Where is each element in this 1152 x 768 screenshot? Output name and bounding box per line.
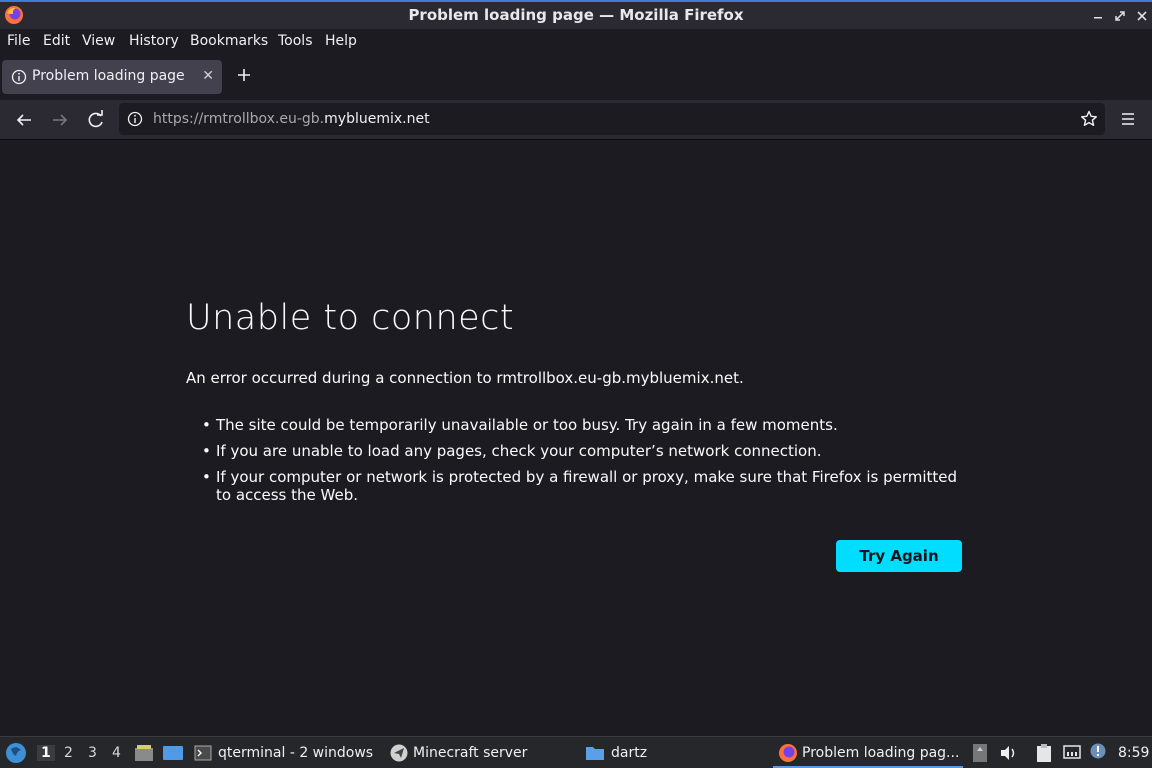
scroll-indicator-icon [972,743,988,763]
menu-edit[interactable]: Edit [43,33,70,49]
taskbar-minecraft-label: Minecraft server [413,745,528,761]
menu-tools[interactable]: Tools [278,33,313,49]
back-button[interactable] [12,108,36,132]
notification-icon[interactable] [1089,742,1107,760]
desktop-show-icon[interactable] [162,743,184,763]
tab-problem-loading[interactable]: Problem loading page ✕ [2,60,222,94]
menubar: File Edit View History Bookmarks Tools H… [0,29,1152,54]
minimize-icon[interactable] [1088,6,1108,26]
back-arrow-icon [16,114,31,126]
error-title: Unable to connect [186,298,515,338]
tab-strip: Problem loading page ✕ [0,54,1152,100]
url-prefix: https://rmtrollbox.eu-gb. [153,111,325,127]
taskbar: 1 2 3 4 qterminal - 2 windows Minecraft … [0,736,1152,768]
clipboard-icon[interactable] [1034,743,1054,763]
url-bar[interactable]: https://rmtrollbox.eu-gb.mybluemix.net [119,103,1105,135]
taskbar-qterminal-label: qterminal - 2 windows [218,745,374,761]
page-content: Unable to connect An error occurred duri… [0,140,1152,736]
app-menu-icon[interactable] [1117,108,1139,130]
window-title: Problem loading page — Mozilla Firefox [408,6,744,24]
url-text[interactable]: https://rmtrollbox.eu-gb.mybluemix.net [153,111,430,127]
site-info-icon[interactable] [127,111,143,127]
info-icon [11,69,27,85]
taskbar-minecraft[interactable]: Minecraft server [389,737,527,768]
taskbar-dartz-label: dartz [611,745,648,761]
volume-icon[interactable] [998,743,1018,763]
reload-button[interactable] [84,108,108,132]
menu-bookmarks[interactable]: Bookmarks [190,33,268,49]
tab-label: Problem loading page [32,68,185,84]
forward-button[interactable] [48,108,72,132]
terminal-icon [194,744,212,762]
list-item: If your computer or network is protected… [202,468,972,504]
close-window-icon[interactable] [1132,6,1152,26]
desktop-3[interactable]: 3 [88,745,97,761]
new-tab-button[interactable] [233,64,255,86]
list-item: If you are unable to load any pages, che… [202,442,972,460]
reload-icon [88,110,103,128]
taskbar-dartz[interactable]: dartz [585,737,647,768]
window-titlebar: Problem loading page — Mozilla Firefox [0,0,1152,29]
list-item: The site could be temporarily unavailabl… [202,416,972,434]
desktop-1[interactable]: 1 [37,745,55,761]
url-domain: mybluemix.net [324,111,430,127]
menu-history[interactable]: History [129,33,179,49]
network-icon[interactable] [1062,743,1082,763]
send-icon [389,743,409,763]
file-manager-launcher-icon[interactable] [134,743,154,763]
desktop-2[interactable]: 2 [64,745,73,761]
menu-help[interactable]: Help [325,33,357,49]
clock[interactable]: 8:59 [1118,745,1149,761]
error-description: An error occurred during a connection to… [186,369,744,387]
close-tab-icon[interactable]: ✕ [202,68,214,84]
taskbar-qterminal[interactable]: qterminal - 2 windows [194,737,373,768]
maximize-icon[interactable] [1110,6,1130,26]
folder-icon [585,744,605,762]
start-menu-icon[interactable] [4,741,28,765]
screen: Problem loading page — Mozilla Firefox F… [0,0,1152,768]
menu-file[interactable]: File [7,33,30,49]
navigation-toolbar: https://rmtrollbox.eu-gb.mybluemix.net [0,100,1152,140]
taskbar-firefox[interactable]: Problem loading pag... [778,737,959,768]
try-again-button[interactable]: Try Again [836,540,962,572]
bookmark-star-icon[interactable] [1079,109,1099,129]
taskbar-firefox-label: Problem loading pag... [802,745,960,761]
menu-view[interactable]: View [82,33,115,49]
forward-arrow-icon [53,114,68,126]
firefox-icon [778,743,798,763]
desktop-4[interactable]: 4 [112,745,121,761]
error-suggestions: The site could be temporarily unavailabl… [202,416,972,512]
